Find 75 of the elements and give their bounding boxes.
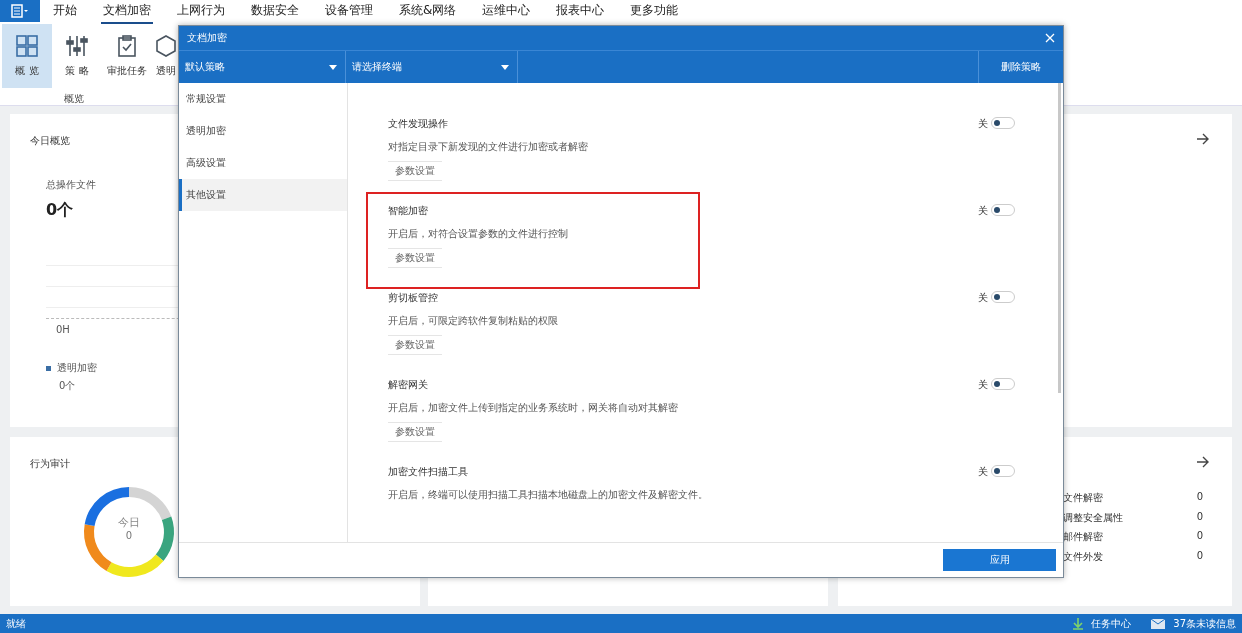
setting-title: 解密网关	[388, 378, 429, 392]
sliders-icon	[65, 34, 89, 58]
toggle-label: 关	[978, 291, 988, 305]
toggle-switch[interactable]	[991, 204, 1015, 216]
toggle-label: 关	[978, 378, 988, 392]
status-text: 就绪	[6, 616, 27, 631]
toggle-label: 关	[978, 204, 988, 218]
metric-value: 0个	[46, 200, 74, 221]
nav-item[interactable]: 其他设置	[179, 179, 347, 211]
document-menu-icon	[11, 4, 29, 18]
legend-value: 0个	[59, 379, 77, 393]
menu-tab[interactable]: 上网行为	[175, 2, 227, 24]
setting-title: 文件发现操作	[388, 117, 449, 131]
toggle-switch[interactable]	[991, 291, 1015, 303]
group-label: 概览	[64, 92, 84, 106]
setting-description: 开启后，对符合设置参数的文件进行控制	[388, 228, 568, 241]
stat-value: 0	[1196, 530, 1203, 543]
metric-label: 总操作文件	[46, 178, 96, 192]
setting-description: 开启后，可限定跨软件复制粘贴的权限	[388, 315, 558, 328]
download-icon[interactable]	[1073, 617, 1084, 630]
setting-description: 开启后，终端可以使用扫描工具扫描本地磁盘上的加密文件及解密文件。	[388, 489, 708, 502]
setting-title: 剪切板管控	[388, 291, 439, 305]
caret-icon	[329, 64, 337, 70]
ribbon-button[interactable]: 概 览	[2, 24, 52, 88]
apply-button[interactable]: 应用	[943, 549, 1056, 571]
toggle-switch[interactable]	[991, 465, 1015, 477]
stat-value: 0	[1196, 510, 1203, 524]
menu-tab[interactable]: 设备管理	[323, 2, 375, 24]
axis-label: 0H	[56, 324, 71, 335]
arrow-right-icon[interactable]	[1196, 132, 1210, 146]
setting-description: 对指定目录下新发现的文件进行加密或者解密	[388, 141, 588, 154]
grid-icon	[15, 34, 39, 58]
menu-tab[interactable]: 开始	[51, 2, 79, 24]
toggle-label: 关	[978, 117, 988, 131]
arrow-right-icon[interactable]	[1196, 455, 1210, 469]
stat-label: 文件外发	[1063, 549, 1103, 564]
mail-icon[interactable]	[1151, 618, 1166, 629]
stat-label: 文件解密	[1063, 491, 1103, 505]
legend-label: 透明加密	[57, 361, 97, 375]
ribbon-button[interactable]: 透明	[152, 24, 180, 88]
menu-tab[interactable]: 更多功能	[628, 2, 681, 24]
messages-link[interactable]: 37条未读信息	[1173, 616, 1236, 631]
card-title: 今日概览	[30, 134, 70, 148]
parameter-settings-button[interactable]: 参数设置	[388, 248, 442, 268]
donut-label: 今日	[118, 515, 140, 530]
setting-description: 开启后，加密文件上传到指定的业务系统时，网关将自动对其解密	[388, 402, 678, 415]
caret-icon	[501, 64, 509, 70]
parameter-settings-button[interactable]: 参数设置	[388, 335, 442, 355]
ribbon-button[interactable]: 策 略	[52, 24, 102, 88]
close-button[interactable]	[1045, 33, 1055, 43]
menu-tab[interactable]: 数据安全	[249, 2, 301, 24]
menu-tab[interactable]: 运维中心	[480, 2, 533, 24]
toggle-switch[interactable]	[991, 378, 1015, 390]
setting-title: 加密文件扫描工具	[388, 465, 469, 479]
stat-label: 调整安全属性	[1063, 510, 1123, 525]
cube-icon	[154, 34, 178, 58]
delete-policy-button[interactable]: 删除策略	[979, 51, 1063, 83]
menu-tab[interactable]: 报表中心	[554, 2, 607, 24]
parameter-settings-button[interactable]: 参数设置	[388, 161, 442, 181]
stat-value: 0	[1196, 491, 1203, 504]
toggle-label: 关	[978, 465, 988, 479]
parameter-settings-button[interactable]: 参数设置	[388, 422, 442, 442]
card-title: 行为审计	[30, 457, 70, 471]
clipboard-icon	[115, 34, 139, 58]
task-center-link[interactable]: 任务中心	[1091, 616, 1132, 631]
terminal-dropdown[interactable]: 请选择终端	[346, 51, 518, 83]
ribbon-button[interactable]: 审批任务	[102, 24, 152, 88]
donut-value: 0	[125, 530, 133, 541]
app-menu-button[interactable]	[0, 0, 40, 22]
stat-value: 0	[1196, 549, 1203, 563]
menu-tab[interactable]: 系统&网络	[397, 2, 459, 24]
toggle-switch[interactable]	[991, 117, 1015, 129]
dialog-title: 文档加密	[187, 31, 227, 45]
stat-label: 邮件解密	[1063, 530, 1103, 544]
setting-title: 智能加密	[388, 204, 429, 218]
